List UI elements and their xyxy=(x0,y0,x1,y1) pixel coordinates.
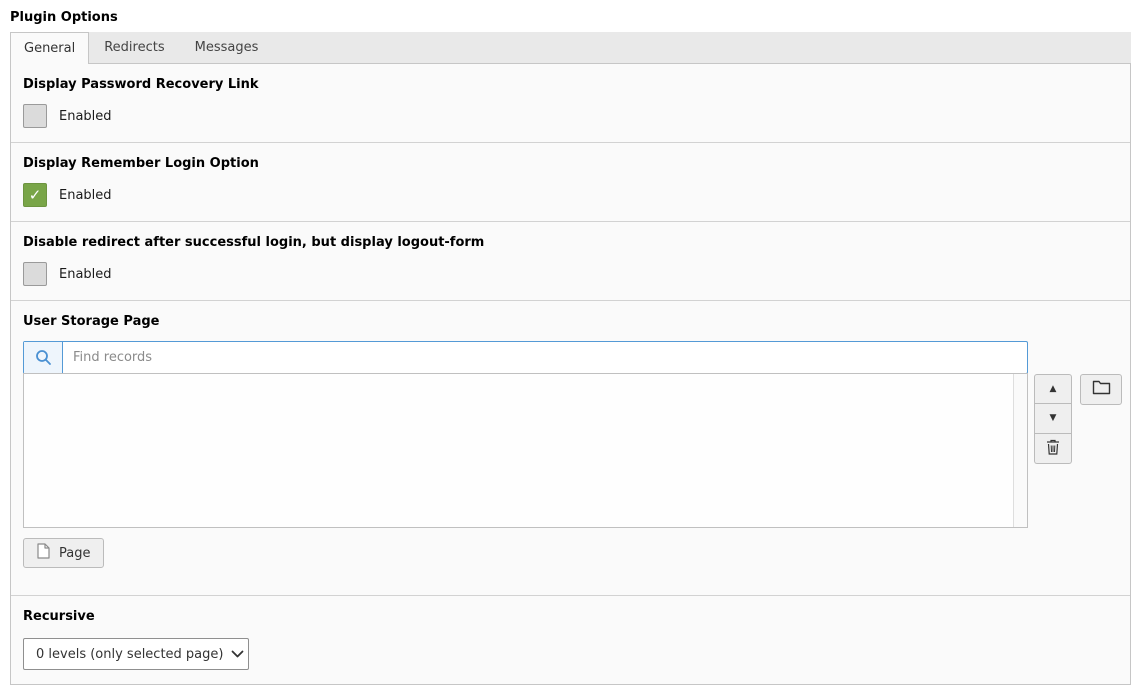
move-down-button[interactable]: ▼ xyxy=(1034,404,1072,434)
remember-login-checkbox[interactable] xyxy=(23,183,47,207)
tab-messages[interactable]: Messages xyxy=(180,32,274,63)
tab-redirects[interactable]: Redirects xyxy=(89,32,179,63)
plugin-options-form: Plugin Options General Redirects Message… xyxy=(10,10,1131,685)
chevron-down-icon xyxy=(231,650,244,658)
disable-redirect-checkbox[interactable] xyxy=(23,262,47,286)
remove-record-button[interactable] xyxy=(1034,434,1072,464)
user-storage-body: Page ▲ ▼ xyxy=(23,341,1118,568)
disable-redirect-checkbox-label: Enabled xyxy=(59,267,112,282)
password-recovery-label: Display Password Recovery Link xyxy=(23,77,1118,92)
tab-general[interactable]: General xyxy=(10,32,89,64)
disable-redirect-row: Enabled xyxy=(23,262,1118,286)
remember-login-row: Enabled xyxy=(23,183,1118,207)
option-password-recovery: Display Password Recovery Link Enabled xyxy=(11,64,1130,142)
page-record-button[interactable]: Page xyxy=(23,538,104,568)
arrow-down-icon: ▼ xyxy=(1050,414,1057,423)
arrow-up-icon: ▲ xyxy=(1050,385,1057,394)
search-icon xyxy=(24,342,63,373)
browse-records-button[interactable] xyxy=(1080,374,1122,405)
remember-login-label: Display Remember Login Option xyxy=(23,156,1118,171)
option-remember-login: Display Remember Login Option Enabled xyxy=(11,142,1130,221)
recursive-select[interactable]: 0 levels (only selected page) xyxy=(23,638,249,670)
option-recursive: Recursive 0 levels (only selected page) xyxy=(11,595,1130,684)
page-icon xyxy=(37,543,50,563)
option-user-storage-page: User Storage Page xyxy=(11,300,1130,595)
record-reorder-button-group: ▲ ▼ xyxy=(1034,374,1072,464)
recursive-selected-value: 0 levels (only selected page) xyxy=(36,647,223,662)
password-recovery-checkbox-label: Enabled xyxy=(59,109,112,124)
remember-login-checkbox-label: Enabled xyxy=(59,188,112,203)
listbox-scrollbar[interactable] xyxy=(1013,374,1027,527)
tab-bar: General Redirects Messages xyxy=(10,32,1131,64)
page-button-label: Page xyxy=(59,546,90,561)
user-storage-label: User Storage Page xyxy=(23,314,1118,329)
move-up-button[interactable]: ▲ xyxy=(1034,374,1072,404)
folder-icon xyxy=(1092,380,1111,399)
option-disable-redirect: Disable redirect after successful login,… xyxy=(11,221,1130,300)
find-records-input[interactable] xyxy=(63,342,1027,373)
user-storage-picker: Page xyxy=(23,341,1028,568)
recursive-label: Recursive xyxy=(23,609,1118,624)
password-recovery-row: Enabled xyxy=(23,104,1118,128)
disable-redirect-label: Disable redirect after successful login,… xyxy=(23,235,1118,250)
password-recovery-checkbox[interactable] xyxy=(23,104,47,128)
tab-content-panel: Display Password Recovery Link Enabled D… xyxy=(10,64,1131,685)
selected-records-listbox[interactable] xyxy=(23,373,1028,528)
record-search-group xyxy=(23,341,1028,374)
trash-icon xyxy=(1046,439,1060,459)
page-title: Plugin Options xyxy=(10,10,1131,25)
